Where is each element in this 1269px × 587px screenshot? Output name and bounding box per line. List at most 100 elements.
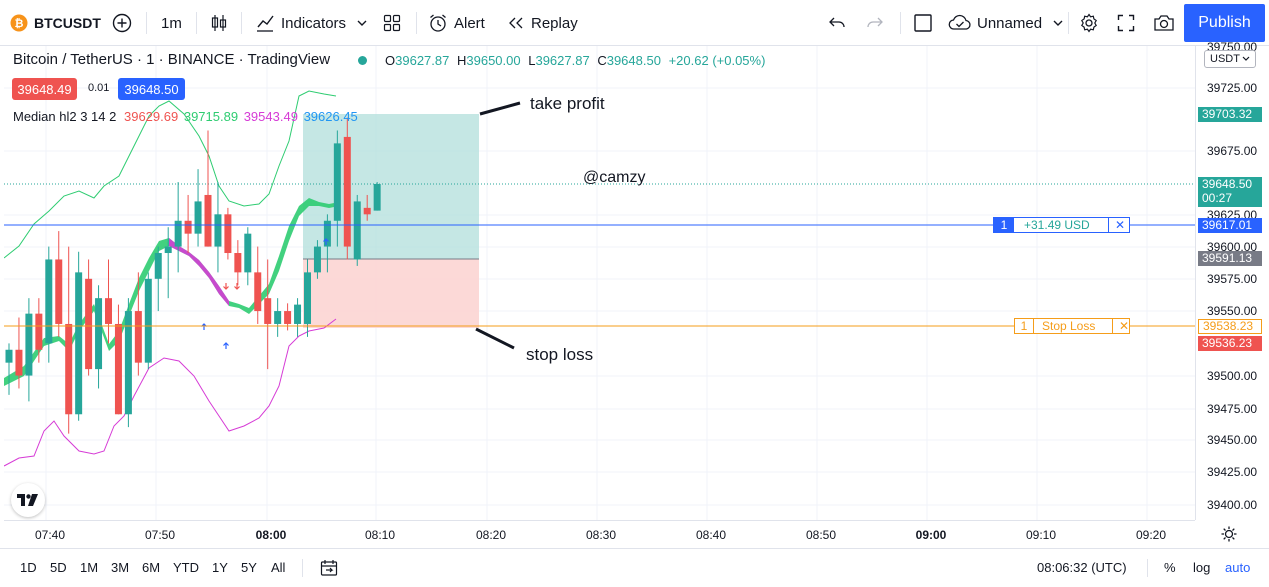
range-5d-button[interactable]: 5D xyxy=(50,560,67,575)
utc-clock[interactable]: 08:06:32 (UTC) xyxy=(1037,560,1127,575)
compare-symbol-button[interactable] xyxy=(112,0,132,46)
time-tick: 07:50 xyxy=(144,528,176,542)
stop-loss-price-label: 39536.23 xyxy=(1198,336,1262,351)
symbol-search-button[interactable]: ₿ BTCUSDT xyxy=(10,0,101,46)
candle-body xyxy=(224,214,232,254)
range-1d-button[interactable]: 1D xyxy=(20,560,37,575)
tradingview-logo[interactable] xyxy=(11,483,45,517)
bottom-toolbar: 1D 5D 1M 3M 6M YTD 1Y 5Y All 08:06:32 (U… xyxy=(0,548,1269,587)
sell-button[interactable]: 39648.49 xyxy=(12,78,77,100)
go-to-date-button[interactable] xyxy=(320,559,338,582)
alarm-clock-icon xyxy=(430,14,446,32)
time-tick: 08:00 xyxy=(255,528,287,542)
candle-body xyxy=(194,201,202,234)
candle-body xyxy=(284,311,292,324)
indicators-button[interactable]: Indicators xyxy=(255,0,346,46)
toolbar-divider xyxy=(302,559,303,577)
sun-settings-icon xyxy=(1221,526,1237,542)
range-ytd-button[interactable]: YTD xyxy=(173,560,199,575)
spread-value: 0.01 xyxy=(88,82,110,94)
range-6m-button[interactable]: 6M xyxy=(142,560,160,575)
price-tick: 39500.00 xyxy=(1207,369,1258,383)
take-profit-note[interactable]: take profit xyxy=(530,94,605,114)
candle-body xyxy=(15,349,23,376)
candle-body xyxy=(333,143,341,221)
chart-settings-button[interactable] xyxy=(1221,526,1237,547)
snapshot-button[interactable] xyxy=(1153,0,1175,46)
tradingview-icon xyxy=(17,494,38,506)
candles-icon xyxy=(211,15,227,31)
price-tick: 39550.00 xyxy=(1207,304,1258,318)
log-scale-button[interactable]: log xyxy=(1193,560,1210,575)
candle-body xyxy=(45,259,53,344)
settings-button[interactable] xyxy=(1079,0,1099,46)
chart-pane[interactable]: Bitcoin / TetherUS · 1 · BINANCE · Tradi… xyxy=(4,46,1195,520)
plus-circle-icon xyxy=(112,13,132,33)
indicator-legend[interactable]: Median hl2 3 14 2 39629.69 39715.89 3954… xyxy=(13,109,358,124)
templates-button[interactable] xyxy=(383,0,401,46)
buy-button[interactable]: 39648.50 xyxy=(118,78,185,100)
alert-button[interactable]: Alert xyxy=(428,0,485,46)
toolbar-divider xyxy=(1147,559,1148,577)
chart-type-button[interactable] xyxy=(210,0,228,46)
fullscreen-button[interactable] xyxy=(1117,0,1135,46)
candle-body xyxy=(353,201,361,260)
range-5y-button[interactable]: 5Y xyxy=(241,560,257,575)
candle-body xyxy=(204,194,212,247)
stop-loss-note[interactable]: stop loss xyxy=(526,345,593,365)
range-all-button[interactable]: All xyxy=(271,560,285,575)
publish-button[interactable]: Publish xyxy=(1184,4,1265,42)
candle-body xyxy=(373,184,381,211)
fullscreen-select-button[interactable] xyxy=(913,0,933,46)
chevron-down-icon xyxy=(1053,20,1063,26)
open-label: O xyxy=(385,53,396,68)
chevron-down-icon xyxy=(357,20,367,26)
close-position-button[interactable]: ✕ xyxy=(1108,218,1125,232)
price-tick: 39475.00 xyxy=(1207,402,1258,416)
square-icon xyxy=(914,14,932,32)
currency-selector[interactable]: USDT xyxy=(1204,50,1256,68)
indicators-dropdown[interactable] xyxy=(356,0,368,46)
range-3m-button[interactable]: 3M xyxy=(111,560,129,575)
candle-body xyxy=(274,311,282,324)
range-1m-button[interactable]: 1M xyxy=(80,560,98,575)
auto-scale-button[interactable]: auto xyxy=(1225,560,1250,575)
candle-body xyxy=(244,233,252,273)
undo-button[interactable] xyxy=(828,0,846,46)
stop-loss-order-label[interactable]: 1 Stop Loss ✕ xyxy=(1014,318,1130,334)
indicator-value: 39626.45 xyxy=(303,109,358,124)
range-1y-button[interactable]: 1Y xyxy=(212,560,228,575)
price-tick: 39725.00 xyxy=(1207,81,1258,95)
toolbar-divider xyxy=(900,12,901,34)
layout-save-button[interactable]: Unnamed xyxy=(948,0,1064,46)
cancel-stop-loss-button[interactable]: ✕ xyxy=(1111,319,1129,333)
last-price-value: 39648.50 xyxy=(1202,177,1253,191)
candle-body xyxy=(134,311,142,363)
candle-body xyxy=(55,259,63,324)
camera-icon xyxy=(1154,15,1174,31)
sell-signal-arrow xyxy=(234,283,240,290)
price-axis[interactable]: 39750.00 USDT 39725.00 39675.00 39625.00… xyxy=(1195,40,1269,520)
indicator-value: 39543.49 xyxy=(243,109,298,124)
top-toolbar: ₿ BTCUSDT 1m Indicators Alert Replay Unn… xyxy=(0,0,1269,46)
redo-button[interactable] xyxy=(866,0,884,46)
toolbar-divider xyxy=(196,12,197,34)
interval-button[interactable]: 1m xyxy=(161,0,182,46)
author-note[interactable]: @camzy xyxy=(583,169,645,187)
position-qty: 1 xyxy=(994,218,1014,232)
take-profit-price-label: 39703.32 xyxy=(1198,107,1262,122)
candle-body xyxy=(234,253,242,273)
candle-body xyxy=(254,272,262,312)
stop-loss-zone[interactable] xyxy=(303,259,479,328)
high-label: H xyxy=(456,53,467,68)
candle-body xyxy=(25,313,33,376)
candle-body xyxy=(75,272,83,415)
percent-scale-button[interactable]: % xyxy=(1164,560,1176,575)
time-tick: 09:10 xyxy=(1025,528,1057,542)
time-tick: 08:20 xyxy=(475,528,507,542)
median-price-label: 39591.13 xyxy=(1198,251,1262,266)
symbol-label: BTCUSDT xyxy=(34,15,101,31)
replay-button[interactable]: Replay xyxy=(507,0,578,46)
position-pnl-label[interactable]: 1 +31.49 USD ✕ xyxy=(993,217,1130,233)
time-axis[interactable]: 07:40 07:50 08:00 08:10 08:20 08:30 08:4… xyxy=(4,520,1195,548)
